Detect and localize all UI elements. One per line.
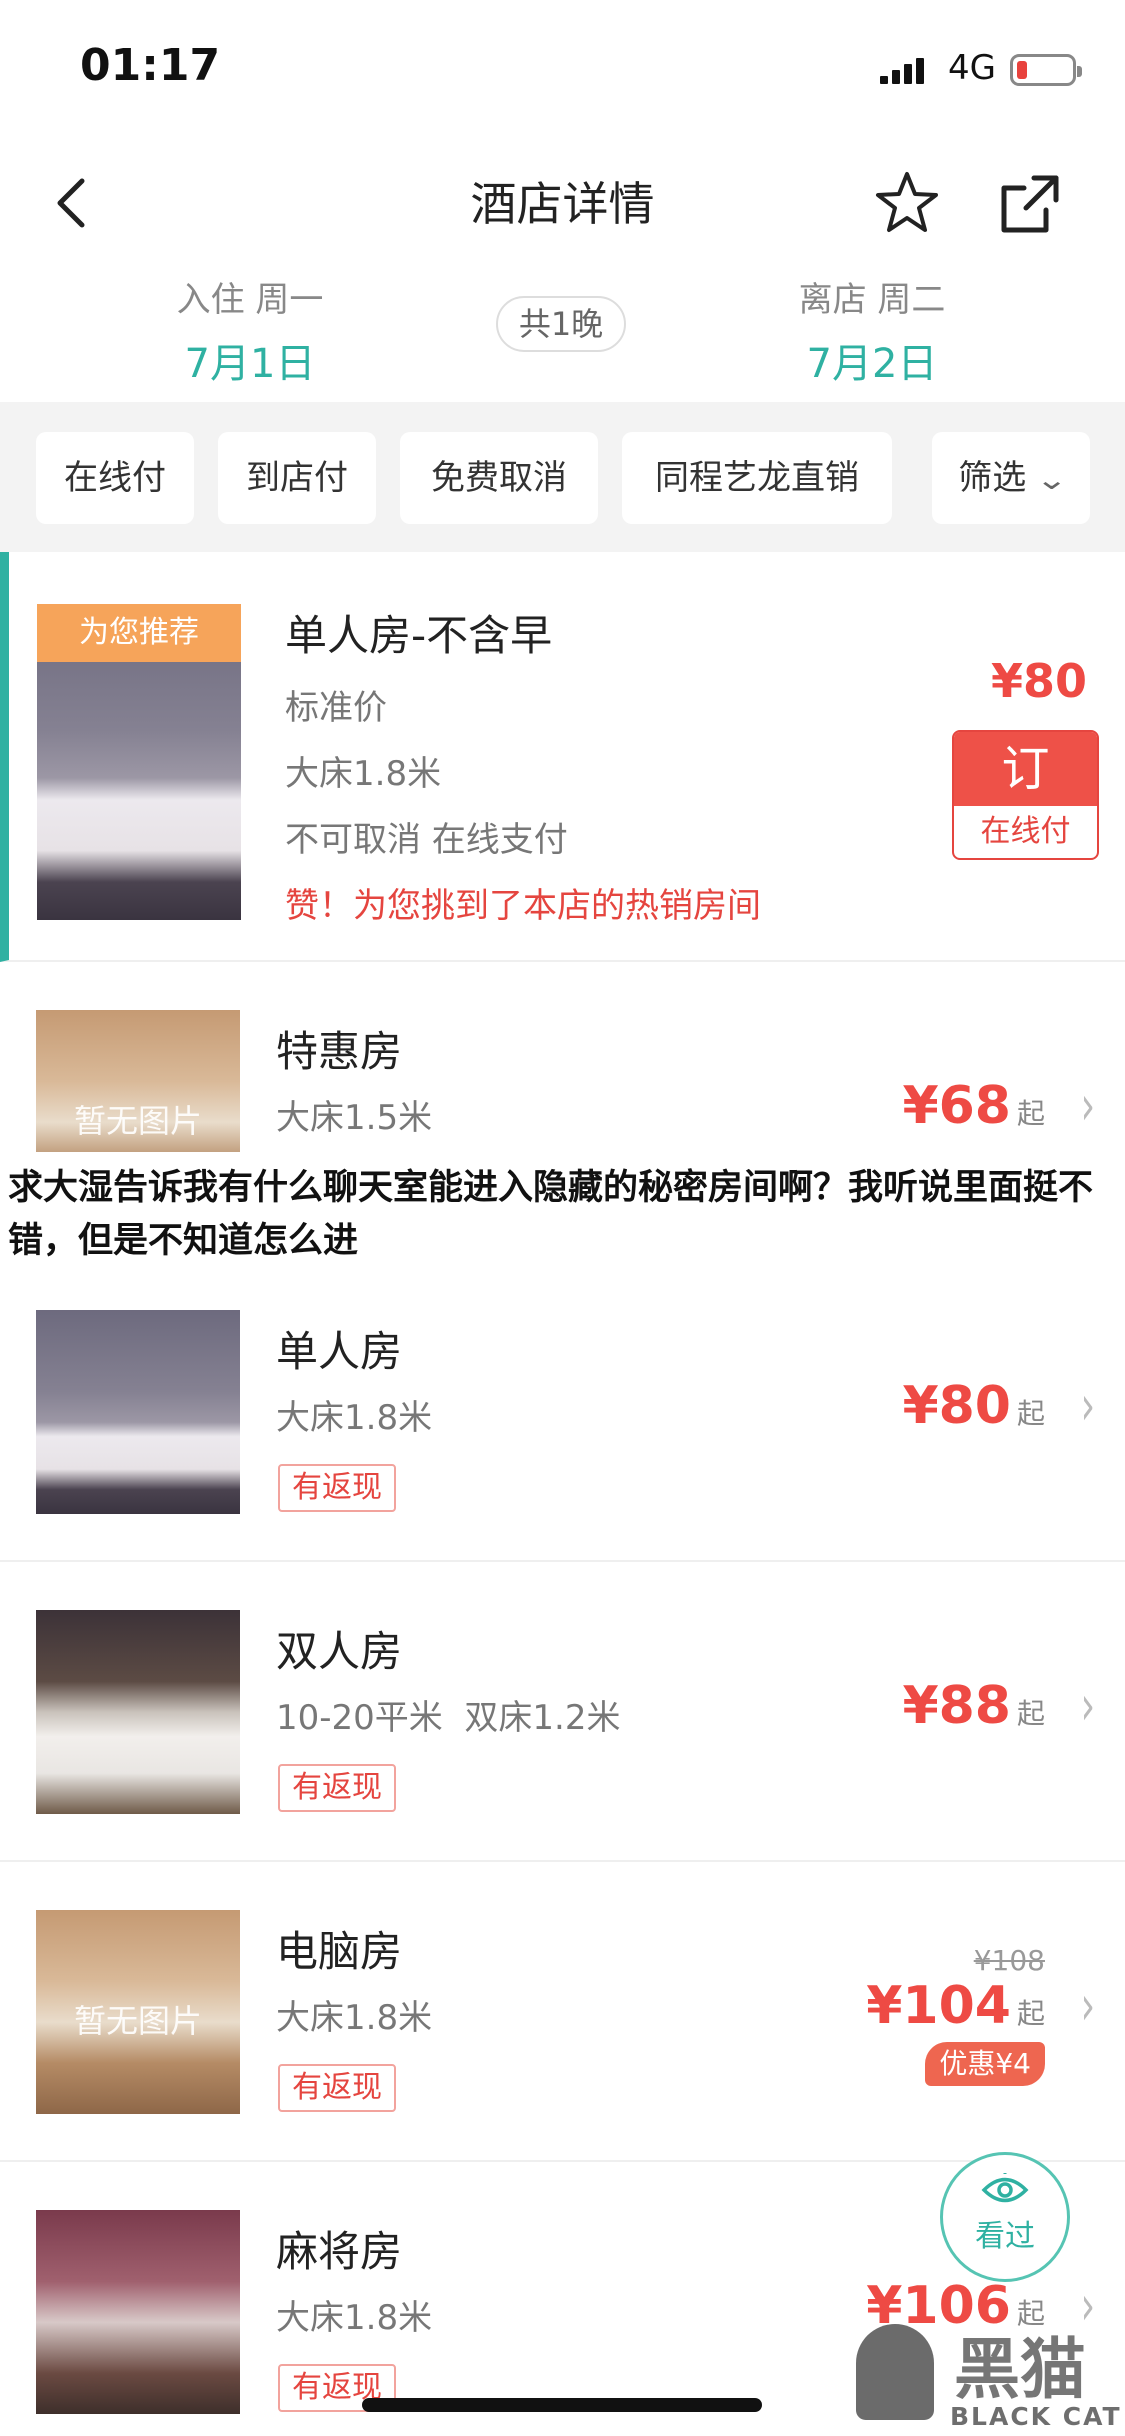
overlay-caption: 求大湿告诉我有什么聊天室能进入隐藏的秘密房间啊？我听说里面挺不错，但是不知道怎么… (0, 1152, 1125, 1264)
bed-info: 大床1.8米 (285, 754, 442, 794)
room-name: 电脑房 (276, 1927, 403, 1976)
cashback-tag: 有返现 (278, 1764, 396, 1812)
room-name: 单人房-不含早 (285, 611, 553, 660)
filter-label: 到店付 (246, 458, 348, 498)
eye-icon (981, 2169, 1029, 2203)
room-price: ¥80 起 (902, 1376, 1045, 1436)
recommend-badge: 为您推荐 (37, 604, 241, 662)
price-suffix: 起 (1016, 1997, 1045, 2030)
filter-free-cancel[interactable]: 免费取消 (400, 432, 598, 524)
no-image-label: 暂无图片 (73, 2002, 202, 2040)
filter-label: 在线付 (64, 458, 166, 498)
room-card[interactable]: 单人房 大床1.8米 有返现 ¥80 起 › (0, 1262, 1125, 1562)
checkin-date: 7月1日 (184, 341, 316, 387)
status-bar: 01:17 4G (0, 0, 1125, 140)
room-detail: 大床1.5米 (276, 1098, 433, 1138)
filter-bar: 在线付 到店付 免费取消 同程艺龙直销 筛选 ⌄ (0, 402, 1125, 552)
policy-info: 不可取消 在线支付 (285, 820, 568, 860)
room-name: 单人房 (276, 1327, 403, 1376)
checkin-label: 入住 周一 (176, 280, 324, 320)
book-button[interactable]: 订 在线付 (952, 730, 1099, 860)
room-photo: 暂无图片 (36, 1910, 240, 2114)
room-detail: 大床1.8米 (276, 1998, 433, 2038)
page-title: 酒店详情 (470, 177, 655, 231)
viewed-history-button[interactable]: 看过 (940, 2152, 1070, 2282)
original-price: ¥108 (973, 1944, 1045, 1977)
signal-icon (880, 58, 924, 84)
price-value: ¥88 (902, 1676, 1011, 1736)
checkout-label: 离店 周二 (798, 280, 946, 320)
nights-badge: 共1晚 (496, 296, 626, 352)
checkout-date: 7月2日 (806, 341, 938, 387)
pay-method: 在线付 (980, 814, 1071, 849)
filter-more[interactable]: 筛选 ⌄ (932, 432, 1090, 524)
cat-logo-icon (856, 2324, 934, 2420)
date-selector[interactable]: 入住 周一 7月1日 共1晚 离店 周二 7月2日 (0, 262, 1125, 402)
room-price: ¥68 起 (902, 1076, 1045, 1136)
home-indicator[interactable] (362, 2398, 762, 2412)
nav-bar: 酒店详情 (0, 140, 1125, 260)
discount-badge: 优惠¥4 (925, 2042, 1045, 2086)
watermark-cn: 黑猫 (954, 2331, 1086, 2408)
room-detail: 10-20平米 双床1.2米 (276, 1698, 621, 1738)
book-label: 订 (954, 732, 1097, 806)
room-price: ¥88 起 (902, 1676, 1045, 1736)
checkin[interactable]: 入住 周一 7月1日 (120, 272, 380, 389)
filter-label: 免费取消 (431, 458, 567, 498)
price-suffix: 起 (1016, 1097, 1045, 1130)
chevron-right-icon: › (1080, 1675, 1095, 1738)
filter-pay-at-hotel[interactable]: 到店付 (218, 432, 376, 524)
checkout[interactable]: 离店 周二 7月2日 (742, 272, 1002, 389)
promo-text: 赞！为您挑到了本店的热销房间 (285, 886, 761, 926)
favorite-star-icon[interactable] (874, 170, 940, 236)
filter-label: 同程艺龙直销 (655, 458, 859, 498)
status-time: 01:17 (80, 40, 221, 91)
room-name: 麻将房 (276, 2227, 403, 2276)
price-suffix: 起 (1016, 1697, 1045, 1730)
network-label: 4G (948, 48, 996, 88)
chevron-down-icon: ⌄ (1035, 463, 1069, 496)
watermark-en: BLACK CAT (950, 2402, 1122, 2431)
price-value: ¥68 (902, 1076, 1011, 1136)
room-name: 特惠房 (276, 1027, 403, 1076)
filter-label: 筛选 (958, 458, 1027, 498)
price-suffix: 起 (1016, 1397, 1045, 1430)
cashback-tag: 有返现 (278, 2064, 396, 2112)
room-photo: 为您推荐 (37, 604, 241, 920)
room-card[interactable]: 双人房 10-20平米 双床1.2米 有返现 ¥88 起 › (0, 1562, 1125, 1862)
viewed-label: 看过 (975, 2219, 1035, 2254)
room-detail: 大床1.8米 (276, 2298, 433, 2338)
featured-room-card[interactable]: 为您推荐 单人房-不含早 标准价 大床1.8米 不可取消 在线支付 赞！为您挑到… (0, 552, 1125, 962)
price-value: ¥80 (902, 1376, 1011, 1436)
filter-online-pay[interactable]: 在线付 (36, 432, 194, 524)
room-name: 双人房 (276, 1627, 403, 1676)
filter-direct-sale[interactable]: 同程艺龙直销 (622, 432, 892, 524)
price-value: ¥104 (866, 1976, 1011, 2036)
battery-icon (1010, 54, 1082, 86)
chevron-right-icon: › (1080, 1975, 1095, 2038)
room-detail: 大床1.8米 (276, 1398, 433, 1438)
share-icon[interactable] (998, 172, 1062, 236)
chevron-right-icon: › (1080, 1075, 1095, 1138)
no-image-label: 暂无图片 (73, 1102, 202, 1140)
room-photo (36, 1310, 240, 1514)
room-price: ¥80 (990, 654, 1087, 708)
black-cat-watermark: 黑猫 BLACK CAT (850, 2310, 1125, 2436)
room-photo (36, 1610, 240, 1814)
room-price: ¥104 起 (866, 1976, 1045, 2036)
chevron-right-icon: › (1080, 1375, 1095, 1438)
rate-type: 标准价 (285, 688, 387, 728)
room-photo (36, 2210, 240, 2414)
cashback-tag: 有返现 (278, 1464, 396, 1512)
room-card[interactable]: 暂无图片 电脑房 大床1.8米 有返现 ¥108 ¥104 起 › 优惠¥4 (0, 1862, 1125, 2162)
